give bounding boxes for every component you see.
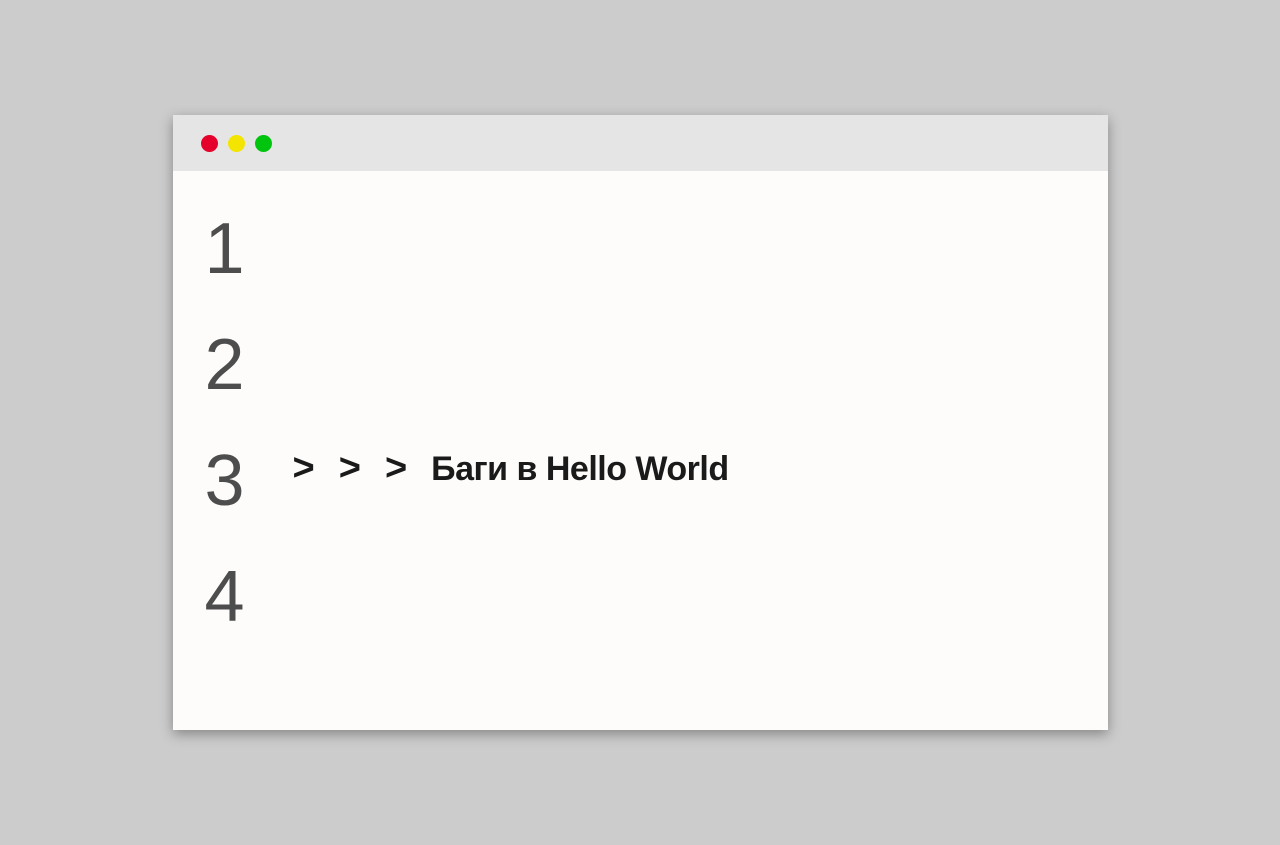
minimize-icon[interactable] [228, 135, 245, 152]
chevron-icon: > [339, 449, 361, 487]
titlebar [173, 115, 1108, 171]
line-number: 1 [205, 213, 245, 285]
prompt-chevrons: > > > [293, 449, 408, 487]
editor-window: 1 2 3 4 > > > Баги в Hello World [173, 115, 1108, 730]
line-number: 3 [205, 445, 245, 517]
close-icon[interactable] [201, 135, 218, 152]
line-number: 2 [205, 329, 245, 401]
chevron-icon: > [385, 449, 407, 487]
editor-area: 1 2 3 4 > > > Баги в Hello World [173, 171, 1108, 730]
line-number-gutter: 1 2 3 4 [205, 213, 245, 730]
chevron-icon: > [293, 449, 315, 487]
line-number: 4 [205, 561, 245, 633]
code-content: > > > Баги в Hello World [245, 213, 729, 730]
maximize-icon[interactable] [255, 135, 272, 152]
code-text: Баги в Hello World [431, 452, 728, 486]
